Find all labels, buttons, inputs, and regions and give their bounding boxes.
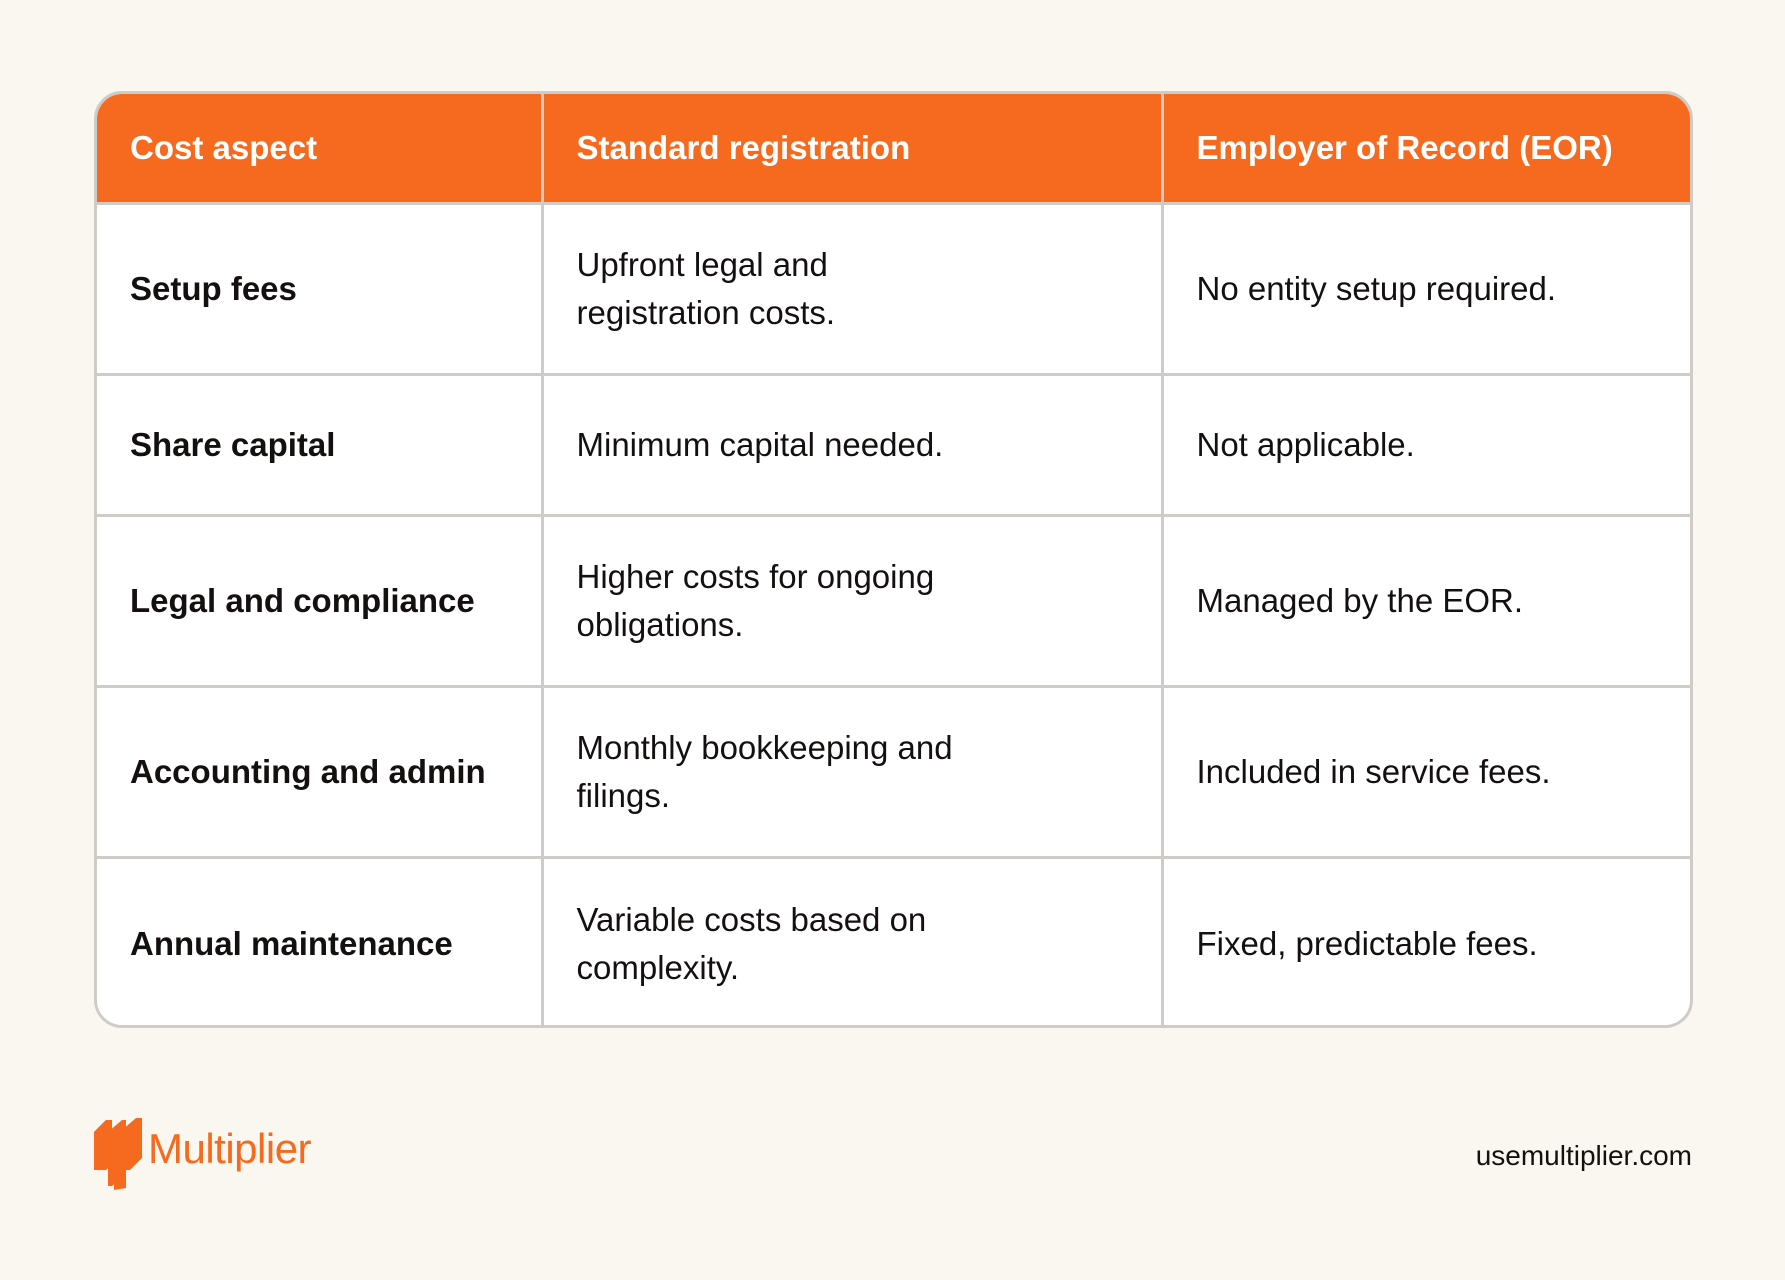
website-url[interactable]: usemultiplier.com	[1476, 1140, 1692, 1172]
eor-cell: No entity setup required.	[1162, 203, 1690, 376]
cell-text-line: Included in service fees.	[1196, 753, 1551, 790]
cell-text-line: Monthly bookkeeping and	[576, 729, 953, 766]
table-header-row: Cost aspect Standard registration Employ…	[97, 94, 1690, 205]
cell-text-line: filings.	[576, 777, 671, 814]
eor-cell: Managed by the EOR.	[1162, 515, 1690, 688]
cell-text-line: Minimum capital needed.	[576, 426, 944, 463]
cell-text-line: Upfront legal and	[576, 246, 828, 283]
cell-text-line: No entity setup required.	[1196, 270, 1557, 307]
table-row: Annual maintenance Variable costs based …	[97, 857, 1690, 1026]
row-label: Setup fees	[97, 203, 544, 376]
column-header-eor: Employer of Record (EOR)	[1162, 94, 1690, 205]
standard-cell: Variable costs based on complexity.	[542, 857, 1164, 1025]
comparison-table: Cost aspect Standard registration Employ…	[97, 94, 1690, 1026]
standard-cell: Minimum capital needed.	[542, 374, 1164, 517]
column-header-standard-registration: Standard registration	[542, 94, 1164, 205]
table-row: Share capital Minimum capital needed. No…	[97, 374, 1690, 517]
table-row: Accounting and admin Monthly bookkeeping…	[97, 686, 1690, 859]
cell-text-line: Fixed, predictable fees.	[1196, 924, 1538, 962]
row-label: Accounting and admin	[97, 686, 544, 859]
cell-text-line: obligations.	[576, 606, 744, 643]
cost-comparison-table: Cost aspect Standard registration Employ…	[94, 91, 1693, 1028]
cell-text-line: Managed by the EOR.	[1196, 582, 1524, 619]
cell-text-line: Variable costs based on	[576, 900, 927, 938]
standard-cell: Upfront legal and registration costs.	[542, 203, 1164, 376]
standard-cell: Higher costs for ongoing obligations.	[542, 515, 1164, 688]
table-row: Legal and compliance Higher costs for on…	[97, 515, 1690, 688]
cell-text-line: complexity.	[576, 948, 740, 986]
eor-cell: Not applicable.	[1162, 374, 1690, 517]
brand-name: Multiplier	[148, 1125, 312, 1172]
eor-cell: Fixed, predictable fees.	[1162, 858, 1690, 1026]
cell-text-line: Higher costs for ongoing	[576, 558, 935, 595]
multiplier-logo-icon	[92, 1118, 144, 1190]
standard-cell: Monthly bookkeeping and filings.	[542, 686, 1164, 859]
cell-text-line: Not applicable.	[1196, 426, 1415, 463]
column-header-cost-aspect: Cost aspect	[97, 94, 544, 205]
table-row: Setup fees Upfront legal and registratio…	[97, 203, 1690, 376]
multiplier-logo: Multiplier	[92, 1118, 312, 1190]
cell-text-line: registration costs.	[576, 294, 836, 331]
row-label: Annual maintenance	[97, 857, 544, 1025]
eor-cell: Included in service fees.	[1162, 686, 1690, 859]
row-label: Share capital	[97, 374, 544, 517]
row-label: Legal and compliance	[97, 515, 544, 688]
